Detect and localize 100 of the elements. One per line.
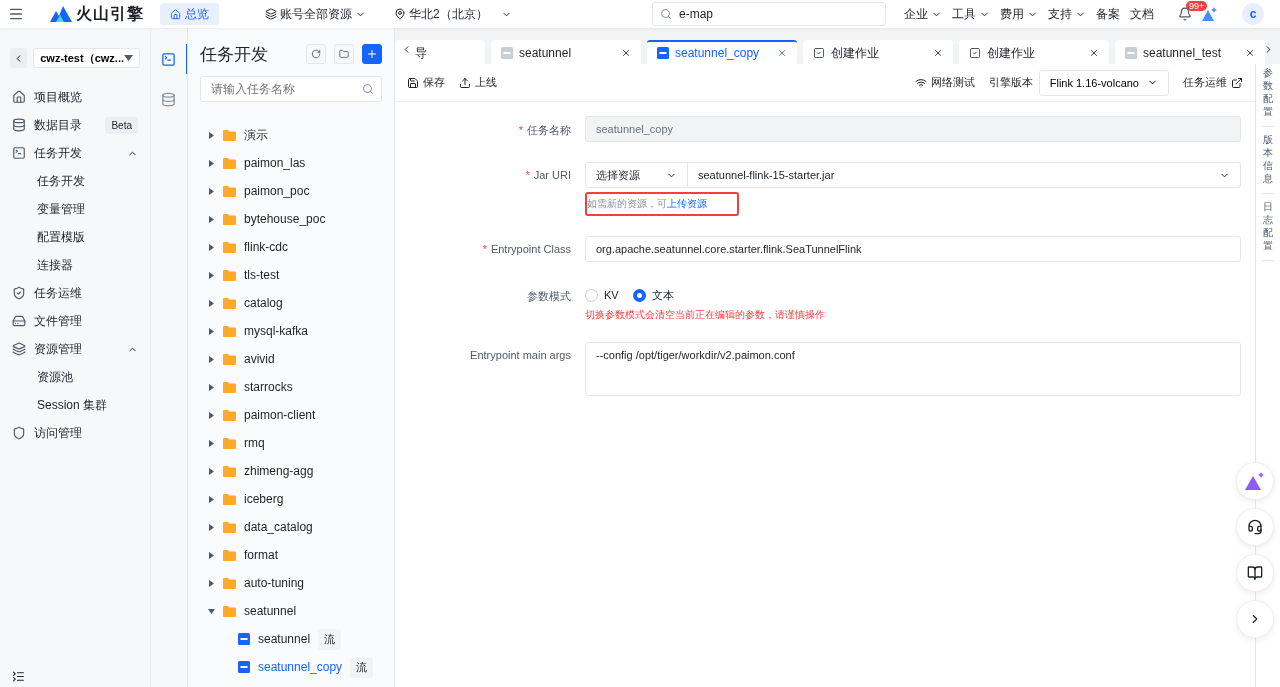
side-tab[interactable]: 参数配置 (1262, 66, 1274, 127)
close-icon[interactable] (621, 48, 631, 58)
folder-name: avivid (244, 352, 275, 366)
menu-item[interactable]: 文档 (1130, 5, 1154, 23)
nav-item[interactable]: 访问管理 (0, 419, 150, 447)
folder-row[interactable]: mysql-kafka (200, 317, 382, 345)
folder-button[interactable] (334, 44, 354, 64)
caret-icon[interactable] (208, 159, 215, 167)
mountain-icon[interactable] (1202, 7, 1218, 21)
job-row[interactable]: seatunnel 流 (200, 625, 382, 653)
caret-icon[interactable] (208, 523, 215, 531)
side-tab[interactable]: 日志配置 (1262, 200, 1274, 261)
close-icon[interactable] (1245, 48, 1255, 58)
folder-row[interactable]: paimon_las (200, 149, 382, 177)
folder-icon (223, 493, 236, 505)
home-button[interactable]: 总览 (160, 3, 219, 25)
back-button[interactable] (10, 48, 28, 68)
caret-icon[interactable] (208, 187, 215, 195)
folder-row[interactable]: paimon_poc (200, 177, 382, 205)
folder-row[interactable]: data_catalog (200, 513, 382, 541)
caret-icon[interactable] (208, 439, 215, 447)
folder-row[interactable]: seatunnel (200, 597, 382, 625)
folder-row[interactable]: iceberg (200, 485, 382, 513)
network-test-button[interactable]: 网络测试 (914, 75, 975, 90)
folder-row[interactable]: avivid (200, 345, 382, 373)
nav-item[interactable]: 任务开发 (0, 139, 150, 167)
caret-icon[interactable] (208, 411, 215, 419)
jar-select[interactable]: seatunnel-flink-15-starter.jar (688, 162, 1241, 188)
folder-row[interactable]: rmq (200, 429, 382, 457)
nav-item[interactable]: 任务运维 (0, 279, 150, 307)
folder-row[interactable]: format (200, 541, 382, 569)
close-icon[interactable] (1089, 48, 1099, 58)
caret-icon[interactable] (208, 131, 215, 139)
menu-item[interactable]: 企业 (904, 5, 942, 23)
nav-subitem[interactable]: 任务开发 (0, 167, 150, 195)
editor-tab[interactable]: 创建作业 (959, 40, 1109, 64)
nav-subitem[interactable]: 资源池 (0, 363, 150, 391)
folder-row[interactable]: flink-cdc (200, 233, 382, 261)
upload-link[interactable]: 上传资源 (667, 198, 707, 209)
collapse-icon[interactable] (12, 670, 25, 683)
caret-icon[interactable] (208, 579, 215, 587)
side-tab[interactable]: 版本信息 (1262, 133, 1274, 194)
caret-icon[interactable] (208, 327, 215, 335)
engine-select[interactable]: Flink 1.16-volcano (1038, 69, 1169, 96)
menu-item[interactable]: 备案 (1096, 5, 1120, 23)
nav-subitem[interactable]: 配置模版 (0, 223, 150, 251)
nav-subitem[interactable]: 变量管理 (0, 195, 150, 223)
user-avatar[interactable]: c (1242, 3, 1264, 25)
region-dropdown[interactable]: 华北2（北京） (394, 5, 512, 23)
caret-icon[interactable] (208, 495, 215, 503)
caret-icon[interactable] (208, 299, 215, 307)
nav-item[interactable]: 资源管理 (0, 335, 150, 363)
caret-icon[interactable] (208, 551, 215, 559)
menu-item[interactable]: 费用 (1000, 5, 1038, 23)
project-select[interactable]: cwz-test（cwz... (33, 48, 140, 68)
job-row[interactable]: seatunnel_copy 流 (200, 653, 382, 681)
folder-name: seatunnel (244, 604, 297, 618)
folder-row[interactable]: catalog (200, 289, 382, 317)
bell-icon[interactable] (1178, 7, 1192, 21)
folder-row[interactable]: auto-tuning (200, 569, 382, 597)
nav-subitem[interactable]: Session 集群 (0, 391, 150, 419)
caret-icon[interactable] (208, 383, 215, 391)
menu-icon[interactable] (8, 6, 24, 22)
caret-icon[interactable] (208, 467, 215, 475)
mode-radio[interactable]: KV (585, 288, 619, 302)
folder-row[interactable]: starrocks (200, 373, 382, 401)
caret-icon[interactable] (208, 215, 215, 223)
nav-item[interactable]: 数据目录 Beta (0, 111, 150, 139)
menu-item[interactable]: 支持 (1048, 5, 1086, 23)
ops-link[interactable]: 任务运维 (1183, 75, 1243, 90)
args-field[interactable]: --config /opt/tiger/workdir/v2.paimon.conf (585, 342, 1241, 396)
folder-row[interactable]: bytehouse_poc (200, 205, 382, 233)
caret-icon[interactable] (208, 243, 215, 251)
folder-row[interactable]: 演示 (200, 121, 382, 149)
menu-item[interactable]: 工具 (952, 5, 990, 23)
editor-tab[interactable]: seatunnel (491, 40, 641, 64)
folder-row[interactable]: zhimeng-agg (200, 457, 382, 485)
caret-icon[interactable] (208, 271, 215, 279)
class-field[interactable]: org.apache.seatunnel.core.starter.flink.SeaTunnelFlink (585, 236, 1241, 262)
task-search-field[interactable]: 请输入任务名称 (200, 76, 382, 102)
nav-item[interactable]: 文件管理 (0, 307, 150, 335)
mode-radio[interactable]: 文本 (632, 287, 674, 303)
account-dropdown[interactable]: 账号全部资源 (265, 5, 366, 23)
search-field[interactable]: e-map (652, 2, 886, 26)
publish-button[interactable]: 上线 (459, 75, 497, 90)
refresh-button[interactable] (306, 44, 326, 64)
folder-row[interactable]: tls-test (200, 261, 382, 289)
source-select[interactable]: 选择资源 (585, 162, 688, 188)
nav-subitem[interactable]: 连接器 (0, 251, 150, 279)
editor-tab[interactable]: 导 (395, 40, 485, 64)
editor-tab[interactable]: seatunnel_test (1115, 40, 1265, 64)
terminal-icon (160, 51, 176, 67)
save-button[interactable]: 保存 (407, 75, 445, 90)
folder-row[interactable]: paimon-client (200, 401, 382, 429)
editor-tab[interactable]: 创建作业 (803, 40, 953, 64)
close-icon[interactable] (933, 48, 943, 58)
nav-item[interactable]: 项目概览 (0, 83, 150, 111)
caret-icon[interactable] (208, 355, 215, 363)
editor-tab[interactable]: seatunnel_copy (647, 40, 797, 64)
caret-icon[interactable] (208, 607, 215, 615)
